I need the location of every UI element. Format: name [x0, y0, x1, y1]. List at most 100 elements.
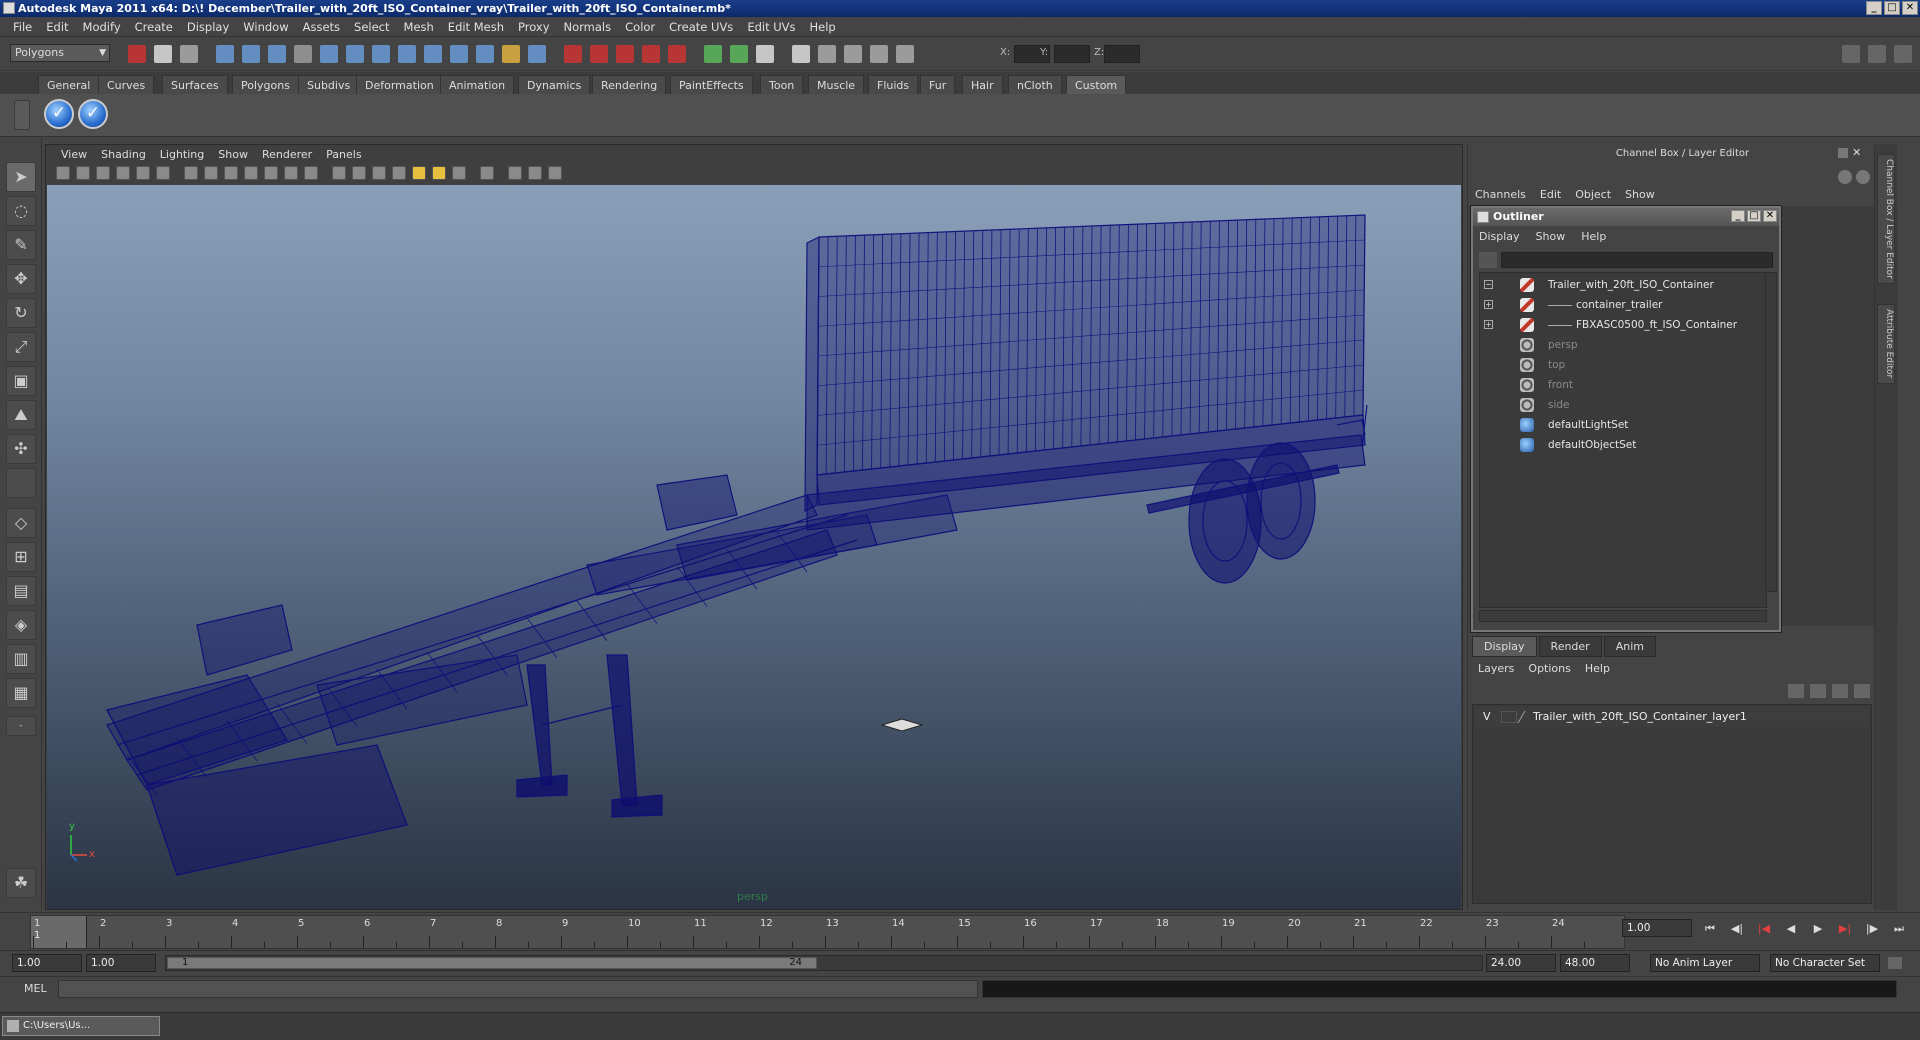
shelf-tab-deformation[interactable]: Deformation	[356, 75, 443, 94]
bookmark-icon[interactable]	[96, 166, 110, 180]
menu-edit-uvs[interactable]: Edit UVs	[740, 20, 802, 34]
step-back-frame-icon[interactable]: ◀|	[1729, 921, 1745, 937]
universal-manipulator-icon[interactable]: ▣	[6, 366, 36, 396]
channel-box-menu-object[interactable]: Object	[1568, 188, 1618, 201]
menu-display[interactable]: Display	[180, 20, 236, 34]
collapse-icon[interactable]: −	[1484, 280, 1493, 289]
select-deformations-icon[interactable]	[424, 45, 442, 63]
shelf-tab-painteffects[interactable]: PaintEffects	[670, 75, 753, 94]
y-coordinate-field[interactable]	[1054, 45, 1090, 63]
gate-mask-icon[interactable]	[244, 166, 258, 180]
menu-set-selector[interactable]: Polygons ▼	[10, 44, 110, 62]
select-object-icon[interactable]	[242, 45, 260, 63]
camera-attributes-icon[interactable]	[76, 166, 90, 180]
shelf-menu-icon[interactable]	[14, 100, 30, 130]
safe-action-icon[interactable]	[284, 166, 298, 180]
shelf-tab-general[interactable]: General	[38, 75, 100, 94]
smooth-shade-icon[interactable]	[352, 166, 366, 180]
show-manipulator-icon[interactable]: ✣	[6, 434, 36, 464]
grease-pencil-icon[interactable]	[156, 166, 170, 180]
menu-modify[interactable]: Modify	[76, 20, 128, 34]
menu-file[interactable]: File	[6, 20, 39, 34]
menu-select[interactable]: Select	[347, 20, 396, 34]
snap-point-icon[interactable]	[616, 45, 634, 63]
single-perspective-layout-icon[interactable]: ◇	[6, 508, 36, 538]
expand-icon[interactable]: +	[1484, 320, 1493, 329]
viewport-menu-lighting[interactable]: Lighting	[153, 148, 211, 161]
outliner-filter-icon[interactable]	[1479, 252, 1497, 268]
textured-icon[interactable]	[372, 166, 386, 180]
select-tool-icon[interactable]: ➤	[6, 162, 36, 192]
snap-curve-icon[interactable]	[590, 45, 608, 63]
playback-start-field[interactable]: 1.00	[86, 954, 156, 972]
hud-icon[interactable]	[548, 166, 562, 180]
grid-icon[interactable]	[184, 166, 198, 180]
outliner-minimize-button[interactable]: _	[1731, 210, 1745, 222]
range-bar[interactable]: 1 24	[167, 957, 817, 969]
xray-components-icon[interactable]	[528, 166, 542, 180]
show-hide-channel-box-icon[interactable]	[1842, 45, 1860, 63]
new-layer-icon[interactable]	[1788, 684, 1804, 698]
menu-create-uvs[interactable]: Create UVs	[662, 20, 740, 34]
command-input[interactable]	[58, 980, 978, 998]
menu-help[interactable]: Help	[803, 20, 843, 34]
outliner-menu-show[interactable]: Show	[1536, 230, 1582, 243]
perspective-viewport[interactable]: y x persp	[47, 185, 1461, 909]
history-input-icon[interactable]	[704, 45, 722, 63]
animation-preferences-icon[interactable]	[1888, 957, 1902, 969]
snap-grid-icon[interactable]	[564, 45, 582, 63]
four-view-layout-icon[interactable]: ⊞	[6, 542, 36, 572]
layer-menu-options[interactable]: Options	[1528, 662, 1584, 675]
character-set-selector[interactable]: No Character Set	[1770, 954, 1880, 972]
2d-pan-zoom-icon[interactable]	[136, 166, 150, 180]
playback-end-field[interactable]: 24.00	[1486, 954, 1556, 972]
image-plane-icon[interactable]	[116, 166, 130, 180]
select-handles-icon[interactable]	[320, 45, 338, 63]
layer-visibility-toggle[interactable]: V	[1483, 707, 1491, 727]
outliner-title-bar[interactable]: Outliner _ □ ✕	[1473, 208, 1779, 226]
viewport-menu-show[interactable]: Show	[211, 148, 255, 161]
outliner-menu-help[interactable]: Help	[1581, 230, 1622, 243]
selection-mask-icon[interactable]	[294, 45, 312, 63]
select-hierarchy-icon[interactable]	[216, 45, 234, 63]
absolute-transform-icon[interactable]	[896, 45, 914, 63]
move-layer-up-icon[interactable]	[1832, 684, 1848, 698]
last-used-tool-icon[interactable]	[6, 468, 36, 498]
menu-assets[interactable]: Assets	[296, 20, 347, 34]
shelf-tab-surfaces[interactable]: Surfaces	[162, 75, 228, 94]
custom-shelf-button-2[interactable]: ✓	[78, 99, 108, 129]
expand-icon[interactable]: +	[1484, 300, 1493, 309]
soft-modification-icon[interactable]: ⛰	[6, 400, 36, 430]
outliner-horizontal-scrollbar[interactable]	[1479, 610, 1767, 622]
step-forward-key-icon[interactable]: ▶|	[1837, 921, 1853, 937]
shelf-tab-polygons[interactable]: Polygons	[232, 75, 299, 94]
lock-selection-icon[interactable]	[502, 45, 520, 63]
lasso-tool-icon[interactable]: ◌	[6, 196, 36, 226]
close-button[interactable]: ✕	[1902, 1, 1918, 15]
go-to-end-icon[interactable]: ⏭	[1891, 921, 1907, 937]
outliner-filter-input[interactable]	[1501, 252, 1773, 268]
outliner-item[interactable]: top	[1480, 355, 1768, 375]
scale-tool-icon[interactable]: ⤢	[6, 332, 36, 362]
play-forwards-icon[interactable]: ▶	[1810, 921, 1826, 937]
more-layouts-icon[interactable]: -	[6, 716, 36, 736]
channel-box-options-icon[interactable]	[1838, 170, 1852, 184]
paint-select-tool-icon[interactable]: ✎	[6, 230, 36, 260]
menu-create[interactable]: Create	[128, 20, 180, 34]
safe-title-icon[interactable]	[304, 166, 318, 180]
new-layer-selected-icon[interactable]	[1810, 684, 1826, 698]
save-scene-icon[interactable]	[180, 45, 198, 63]
step-forward-frame-icon[interactable]: |▶	[1864, 921, 1880, 937]
highlight-selection-icon[interactable]	[528, 45, 546, 63]
outliner-item[interactable]: + container_trailer	[1480, 295, 1768, 315]
side-tab-attribute-editor[interactable]: Attribute Editor	[1877, 304, 1895, 384]
minimize-button[interactable]: _	[1866, 1, 1882, 15]
select-camera-icon[interactable]	[56, 166, 70, 180]
menu-color[interactable]: Color	[618, 20, 662, 34]
outliner-item[interactable]: − Trailer_with_20ft_ISO_Container	[1480, 275, 1768, 295]
new-scene-icon[interactable]	[128, 45, 146, 63]
menu-mesh[interactable]: Mesh	[397, 20, 441, 34]
layer-menu-help[interactable]: Help	[1585, 662, 1624, 675]
menu-edit[interactable]: Edit	[39, 20, 75, 34]
snap-view-plane-icon[interactable]	[642, 45, 660, 63]
